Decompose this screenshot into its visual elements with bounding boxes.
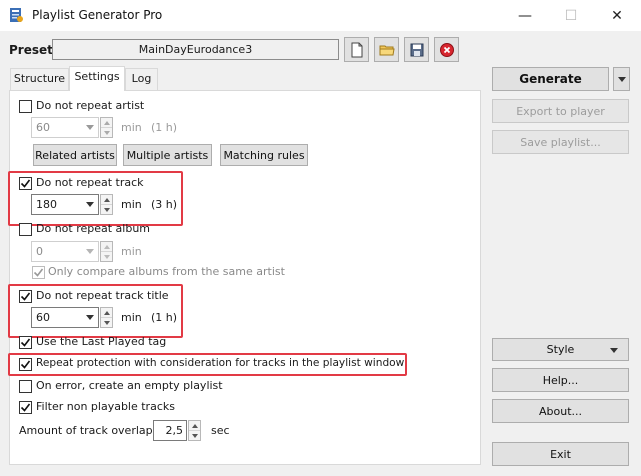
checkmark-icon [20, 360, 31, 369]
spin-up-icon [101, 308, 112, 317]
window-title: Playlist Generator Pro [32, 8, 163, 22]
spin-down-icon [101, 204, 112, 214]
repeat-track-spinner[interactable] [100, 194, 113, 215]
empty-on-error-label: On error, create an empty playlist [36, 379, 223, 392]
spin-down-icon [101, 317, 112, 327]
spin-up-icon [101, 242, 112, 251]
filter-non-playable-label: Filter non playable tracks [36, 400, 175, 413]
checkmark-icon [33, 268, 44, 277]
delete-icon [439, 42, 454, 57]
checkmark-icon [20, 179, 31, 188]
repeat-track-unit: min [121, 198, 142, 211]
repeat-artist-unit: min [121, 121, 142, 134]
matching-rules-button[interactable]: Matching rules [220, 144, 308, 166]
same-artist-label: Only compare albums from the same artist [48, 265, 285, 278]
repeat-track-checkbox[interactable] [19, 177, 32, 190]
chevron-down-icon [82, 118, 98, 137]
repeat-album-unit: min [121, 245, 142, 258]
filter-non-playable-checkbox[interactable] [19, 401, 32, 414]
repeat-title-combo[interactable]: 60 [31, 307, 99, 328]
last-played-label: Use the Last Played tag [36, 335, 167, 348]
playlist-window-label: Repeat protection with consideration for… [36, 357, 405, 369]
repeat-album-spinner[interactable] [100, 241, 113, 262]
repeat-artist-spinner[interactable] [100, 117, 113, 138]
overlap-label: Amount of track overlap [19, 424, 153, 437]
multiple-artists-button[interactable]: Multiple artists [123, 144, 212, 166]
repeat-album-label: Do not repeat album [36, 222, 151, 235]
save-preset-button[interactable] [404, 37, 429, 62]
generate-dropdown-button[interactable] [613, 67, 630, 91]
repeat-track-hint: (3 h) [151, 198, 178, 211]
close-button[interactable]: ✕ [594, 0, 640, 31]
spin-down-icon [101, 127, 112, 137]
new-preset-button[interactable] [344, 37, 369, 62]
open-preset-button[interactable] [374, 37, 399, 62]
app-icon [8, 7, 24, 23]
related-artists-button[interactable]: Related artists [33, 144, 117, 166]
save-disk-icon [410, 43, 423, 56]
same-artist-checkbox[interactable] [32, 266, 45, 279]
repeat-album-combo[interactable]: 0 [31, 241, 99, 262]
spin-down-icon [101, 251, 112, 261]
chevron-down-icon [610, 348, 618, 353]
chevron-down-icon [82, 242, 98, 261]
repeat-title-spinner[interactable] [100, 307, 113, 328]
chevron-down-icon [82, 195, 98, 214]
delete-preset-button[interactable] [434, 37, 459, 62]
chevron-down-icon [82, 308, 98, 327]
generate-button[interactable]: Generate [492, 67, 609, 91]
overlap-unit: sec [211, 424, 230, 437]
repeat-artist-combo[interactable]: 60 [31, 117, 99, 138]
save-playlist-button[interactable]: Save playlist... [492, 130, 629, 154]
chevron-down-icon [617, 76, 626, 82]
help-button[interactable]: Help... [492, 368, 629, 392]
repeat-title-checkbox[interactable] [19, 290, 32, 303]
last-played-checkbox[interactable] [19, 336, 32, 349]
tab-log[interactable]: Log [125, 68, 158, 90]
open-folder-icon [379, 45, 395, 55]
exit-button[interactable]: Exit [492, 442, 629, 466]
checkmark-icon [20, 292, 31, 301]
spin-up-icon [189, 421, 200, 430]
tab-settings[interactable]: Settings [69, 66, 125, 91]
repeat-track-combo[interactable]: 180 [31, 194, 99, 215]
repeat-title-unit: min [121, 311, 142, 324]
preset-field[interactable]: MainDayEurodance3 [52, 39, 339, 60]
preset-label: Preset [9, 43, 53, 57]
checkmark-icon [20, 403, 31, 412]
playlist-window-checkbox[interactable] [19, 358, 32, 371]
maximize-button[interactable]: ☐ [548, 0, 594, 31]
repeat-title-label: Do not repeat track title [36, 289, 169, 302]
about-button[interactable]: About... [492, 399, 629, 423]
repeat-title-hint: (1 h) [151, 311, 178, 324]
repeat-artist-checkbox[interactable] [19, 100, 32, 113]
repeat-track-label: Do not repeat track [36, 176, 144, 189]
spin-up-icon [101, 118, 112, 127]
tab-structure[interactable]: Structure [10, 68, 69, 90]
repeat-artist-hint: (1 h) [151, 121, 178, 134]
spin-up-icon [101, 195, 112, 204]
export-to-player-button[interactable]: Export to player [492, 99, 629, 123]
overlap-input[interactable]: 2,5 [153, 420, 187, 441]
overlap-spinner[interactable] [188, 420, 201, 441]
repeat-artist-label: Do not repeat artist [36, 99, 145, 112]
checkmark-icon [20, 338, 31, 347]
style-button[interactable]: Style [492, 338, 629, 361]
spin-down-icon [189, 430, 200, 440]
minimize-button[interactable]: — [502, 0, 548, 31]
new-file-icon [351, 42, 362, 57]
empty-on-error-checkbox[interactable] [19, 380, 32, 393]
repeat-album-checkbox[interactable] [19, 223, 32, 236]
